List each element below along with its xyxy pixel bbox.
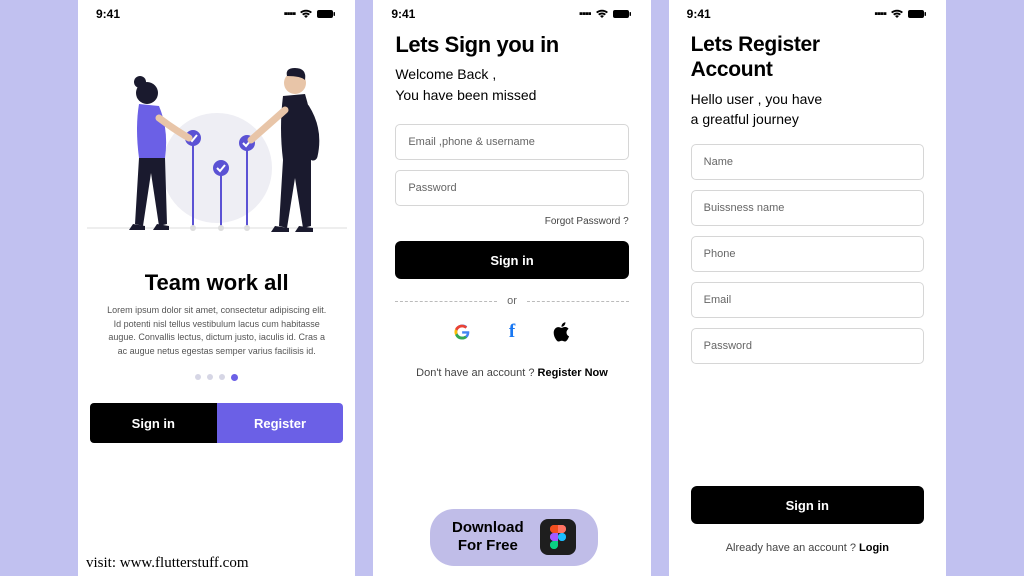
login-link[interactable]: Login	[859, 542, 889, 554]
register-title-line2: Account	[691, 58, 773, 81]
phone-onboarding: 9:41 ▪▪▪▪	[78, 0, 355, 576]
forgot-password-link[interactable]: Forgot Password ?	[395, 216, 628, 227]
signin-sub-line1: Welcome Back ,	[395, 66, 496, 82]
or-divider: or	[395, 295, 628, 307]
onboard-desc: Lorem ipsum dolor sit amet, consectetur …	[78, 304, 355, 358]
google-icon[interactable]	[451, 321, 473, 343]
signal-icon: ▪▪▪▪	[874, 8, 886, 20]
visit-text: visit: www.flutterstuff.com	[86, 555, 248, 572]
signin-subtitle: Welcome Back , You have been missed	[395, 64, 628, 106]
figma-icon	[540, 519, 576, 555]
wifi-icon	[595, 7, 609, 22]
signin-button[interactable]: Sign in	[90, 403, 217, 443]
register-submit-button[interactable]: Sign in	[691, 486, 924, 524]
register-title-line1: Lets Register	[691, 33, 820, 56]
battery-icon	[613, 7, 633, 22]
business-name-input[interactable]: Buissness name	[691, 190, 924, 226]
status-bar: 9:41 ▪▪▪▪	[669, 0, 946, 28]
download-line1: Download	[452, 519, 524, 536]
register-subtitle: Hello user , you have a greatful journey	[691, 90, 924, 129]
register-prompt: Don't have an account ? Register Now	[395, 367, 628, 379]
register-button[interactable]: Register	[217, 403, 344, 443]
download-text: Download For Free	[452, 519, 524, 557]
signin-title: Lets Sign you in	[395, 32, 628, 58]
password-input[interactable]: Password	[691, 328, 924, 364]
battery-icon	[908, 7, 928, 22]
onboard-illustration	[78, 28, 355, 258]
register-title: Lets Register Account	[691, 32, 924, 82]
status-bar: 9:41 ▪▪▪▪	[373, 0, 650, 28]
status-bar: 9:41 ▪▪▪▪	[78, 0, 355, 28]
name-input[interactable]: Name	[691, 144, 924, 180]
status-icons: ▪▪▪▪	[579, 7, 633, 22]
dot[interactable]	[219, 374, 225, 380]
facebook-icon[interactable]: f	[501, 321, 523, 343]
register-sub-line1: Hello user , you have	[691, 91, 823, 107]
download-line2: For Free	[458, 537, 518, 554]
status-time: 9:41	[96, 7, 120, 21]
phone-input[interactable]: Phone	[691, 236, 924, 272]
status-time: 9:41	[391, 7, 415, 21]
apple-icon[interactable]	[551, 321, 573, 343]
signin-submit-button[interactable]: Sign in	[395, 241, 628, 279]
download-button[interactable]: Download For Free	[430, 509, 598, 567]
register-sub-line2: a greatful journey	[691, 111, 799, 127]
phone-register: 9:41 ▪▪▪▪ Lets Register Account Hello us…	[669, 0, 946, 576]
email-input[interactable]: Email	[691, 282, 924, 318]
login-prompt-text: Already have an account ?	[726, 542, 859, 554]
onboard-title: Team work all	[78, 270, 355, 296]
register-prompt-text: Don't have an account ?	[416, 367, 537, 379]
password-input[interactable]: Password	[395, 170, 628, 206]
status-icons: ▪▪▪▪	[874, 7, 928, 22]
battery-icon	[317, 7, 337, 22]
or-text: or	[507, 295, 517, 307]
dot[interactable]	[207, 374, 213, 380]
page-dots	[78, 374, 355, 381]
onboard-buttons: Sign in Register	[90, 403, 343, 443]
register-now-link[interactable]: Register Now	[538, 367, 608, 379]
signal-icon: ▪▪▪▪	[284, 8, 296, 20]
dot-active[interactable]	[231, 374, 238, 381]
wifi-icon	[299, 7, 313, 22]
signin-sub-line2: You have been missed	[395, 87, 536, 103]
wifi-icon	[890, 7, 904, 22]
status-time: 9:41	[687, 7, 711, 21]
status-icons: ▪▪▪▪	[284, 7, 338, 22]
dot[interactable]	[195, 374, 201, 380]
social-buttons: f	[395, 321, 628, 343]
login-prompt: Already have an account ? Login	[691, 542, 924, 554]
phone-signin: 9:41 ▪▪▪▪ Lets Sign you in Welcome Back …	[373, 0, 650, 576]
username-input[interactable]: Email ,phone & username	[395, 124, 628, 160]
signal-icon: ▪▪▪▪	[579, 8, 591, 20]
